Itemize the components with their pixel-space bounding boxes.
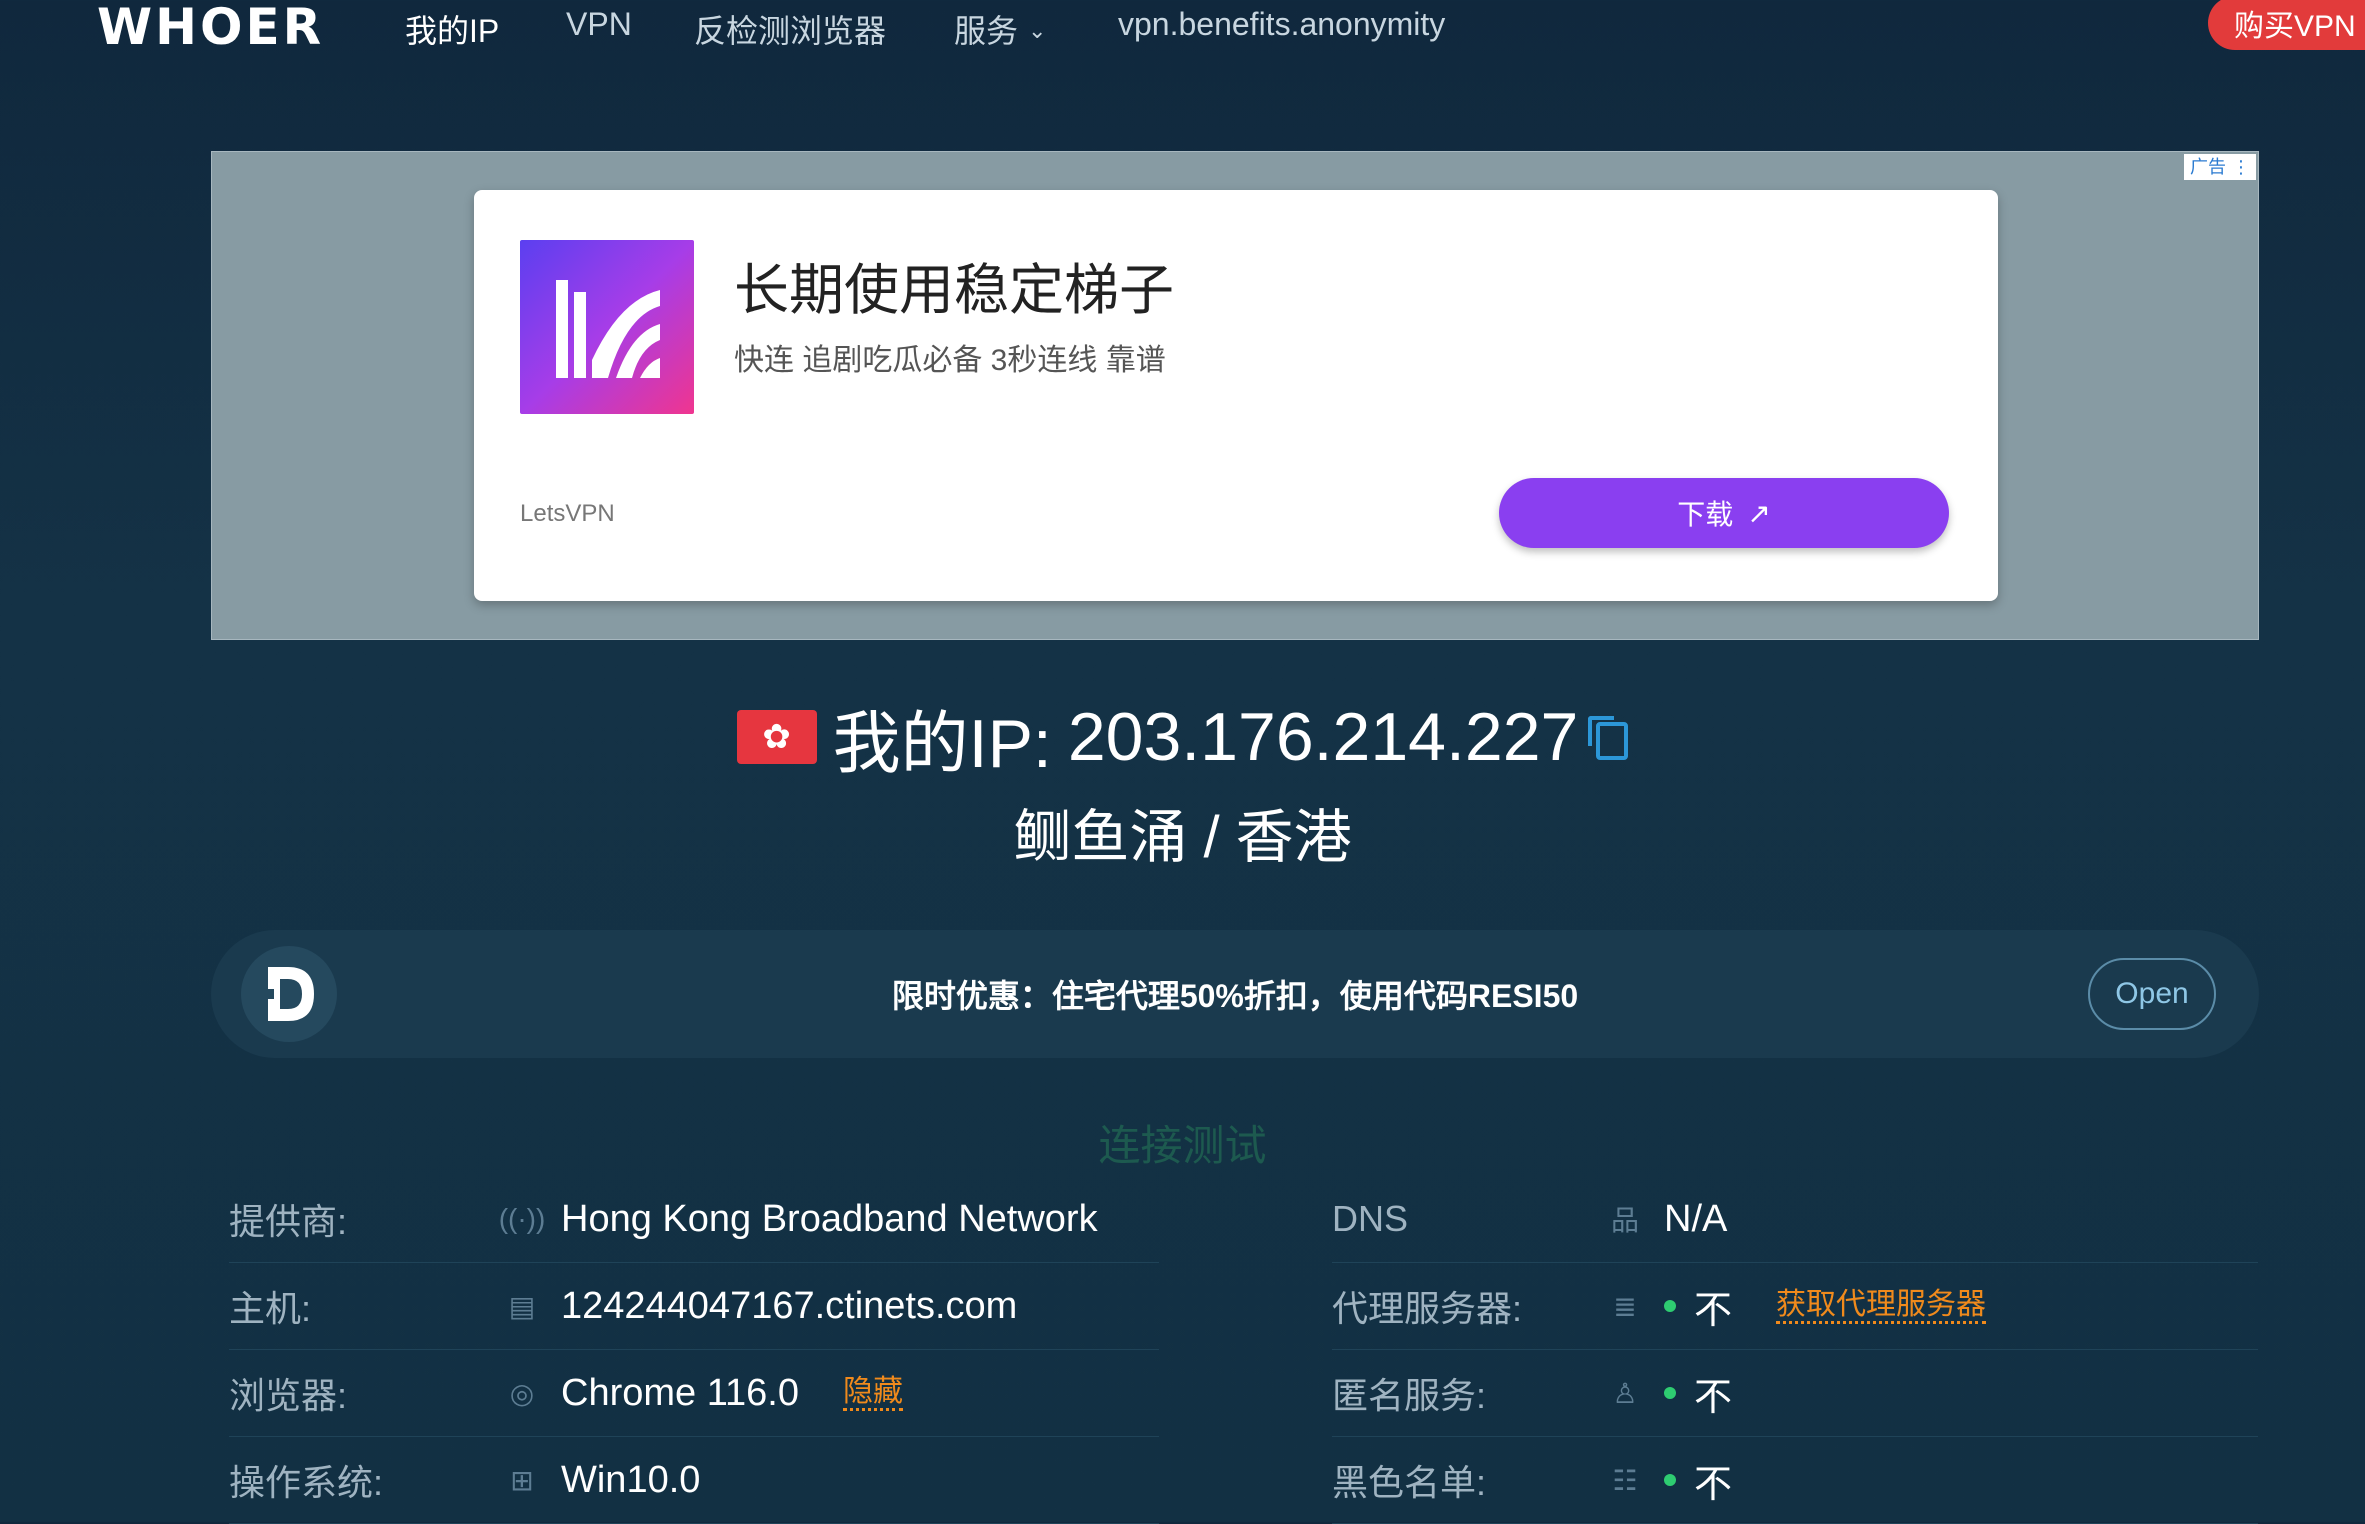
host-label: 主机: bbox=[229, 1288, 312, 1329]
ad-menu-icon[interactable]: ⋮ bbox=[2232, 154, 2250, 180]
top-navigation: WHOER 我的IP VPN 反检测浏览器 服务 ⌄ vpn.benefits.a… bbox=[0, 0, 2365, 60]
proxy-value: 不 bbox=[1694, 1289, 1733, 1332]
info-row-browser: 浏览器: ◎ Chrome 116.0 隐藏 bbox=[229, 1350, 1159, 1437]
blacklist-value: 不 bbox=[1694, 1463, 1733, 1506]
blacklist-label: 黑色名单: bbox=[1332, 1462, 1487, 1503]
info-row-dns: DNS 品 N/A bbox=[1332, 1176, 2258, 1263]
nav-vpn[interactable]: VPN bbox=[566, 6, 632, 43]
chevron-down-icon: ⌄ bbox=[1028, 18, 1047, 43]
ad-badge[interactable]: 广告 ⋮ bbox=[2184, 154, 2256, 180]
info-row-blacklist: 黑色名单: ☷ 不 bbox=[1332, 1437, 2258, 1524]
promo-text: 限时优惠：住宅代理50%折扣，使用代码RESI50 bbox=[891, 978, 1579, 1014]
external-link-icon: ↗ bbox=[1747, 497, 1771, 529]
ip-location: 鲗鱼涌 / 香港 bbox=[1013, 805, 1352, 870]
status-dot-green bbox=[1664, 1387, 1676, 1399]
nav-services-label: 服务 bbox=[954, 13, 1019, 49]
anonymizer-label: 匿名服务: bbox=[1332, 1375, 1487, 1416]
ad-download-label: 下载 bbox=[1677, 499, 1734, 530]
hong-kong-flag-icon: ✿ bbox=[736, 710, 817, 764]
get-proxy-link[interactable]: 获取代理服务器 bbox=[1776, 1288, 1987, 1324]
blacklist-icon: ☷ bbox=[1612, 1464, 1638, 1496]
browser-icon: ◎ bbox=[509, 1377, 535, 1409]
ad-title: 长期使用稳定梯子 bbox=[734, 259, 1175, 321]
dns-value: N/A bbox=[1664, 1197, 1728, 1240]
browser-value: Chrome 116.0 bbox=[561, 1371, 799, 1414]
info-row-anonymizer: 匿名服务: ♙ 不 bbox=[1332, 1350, 2258, 1437]
nav-my-ip[interactable]: 我的IP bbox=[405, 6, 499, 52]
nav-vpn-benefits[interactable]: vpn.benefits.anonymity bbox=[1118, 6, 1445, 43]
database-icon: ≣ bbox=[1613, 1290, 1637, 1322]
anonymizer-value: 不 bbox=[1694, 1376, 1733, 1419]
nav-antidetect-browser[interactable]: 反检测浏览器 bbox=[694, 6, 886, 52]
ad-brand: LetsVPN bbox=[520, 500, 615, 527]
ad-card[interactable]: 长期使用稳定梯子 快连 追剧吃瓜必备 3秒连线 靠谱 LetsVPN 下载 ↗ bbox=[474, 190, 1998, 601]
info-row-provider: 提供商: ((·)) Hong Kong Broadband Network bbox=[229, 1176, 1159, 1263]
proxy-label: 代理服务器: bbox=[1332, 1288, 1523, 1329]
os-label: 操作系统: bbox=[229, 1462, 384, 1503]
anonymous-icon: ♙ bbox=[1612, 1377, 1638, 1409]
hide-browser-link[interactable]: 隐藏 bbox=[842, 1375, 903, 1411]
ad-badge-label: 广告 bbox=[2190, 157, 2226, 177]
copy-icon[interactable] bbox=[1588, 716, 1629, 760]
ad-download-button[interactable]: 下载 ↗ bbox=[1499, 478, 1949, 548]
promo-open-button[interactable]: Open bbox=[2088, 958, 2216, 1030]
signal-icon: ((·)) bbox=[498, 1203, 546, 1234]
promo-bar: 限时优惠：住宅代理50%折扣，使用代码RESI50 Open bbox=[211, 930, 2259, 1058]
buy-vpn-button[interactable]: 购买VPN bbox=[2208, 0, 2365, 50]
ad-subtitle: 快连 追剧吃瓜必备 3秒连线 靠谱 bbox=[734, 344, 1166, 377]
ip-header: ✿ 我的IP: 203.176.214.227 bbox=[0, 692, 2365, 782]
connection-test-title: 连接测试 bbox=[1098, 1122, 1267, 1169]
server-icon: ▤ bbox=[508, 1290, 536, 1322]
site-logo[interactable]: WHOER bbox=[97, 0, 324, 56]
network-icon: 品 bbox=[1610, 1205, 1639, 1236]
provider-value: Hong Kong Broadband Network bbox=[561, 1197, 1098, 1240]
ip-address: 203.176.214.227 bbox=[1067, 699, 1579, 775]
os-value: Win10.0 bbox=[561, 1458, 701, 1501]
ip-prefix: 我的IP: bbox=[832, 705, 1052, 782]
ad-banner: 广告 ⋮ 长期使用稳定梯子 快连 追剧吃瓜必备 3秒连线 靠谱 LetsVPN … bbox=[211, 151, 2259, 640]
promo-logo-icon bbox=[241, 946, 337, 1042]
status-dot-green bbox=[1664, 1474, 1676, 1486]
letsvpn-logo-icon bbox=[520, 240, 694, 414]
browser-label: 浏览器: bbox=[229, 1375, 348, 1416]
info-row-os: 操作系统: ⊞ Win10.0 bbox=[229, 1437, 1159, 1524]
provider-label: 提供商: bbox=[229, 1201, 348, 1242]
status-dot-green bbox=[1664, 1300, 1676, 1312]
windows-icon: ⊞ bbox=[510, 1464, 534, 1496]
nav-services[interactable]: 服务 ⌄ bbox=[954, 6, 1046, 52]
info-row-proxy: 代理服务器: ≣ 不 获取代理服务器 bbox=[1332, 1263, 2258, 1350]
host-value: 124244047167.ctinets.com bbox=[561, 1284, 1018, 1327]
info-row-host: 主机: ▤ 124244047167.ctinets.com bbox=[229, 1263, 1159, 1350]
dns-label: DNS bbox=[1332, 1198, 1409, 1239]
